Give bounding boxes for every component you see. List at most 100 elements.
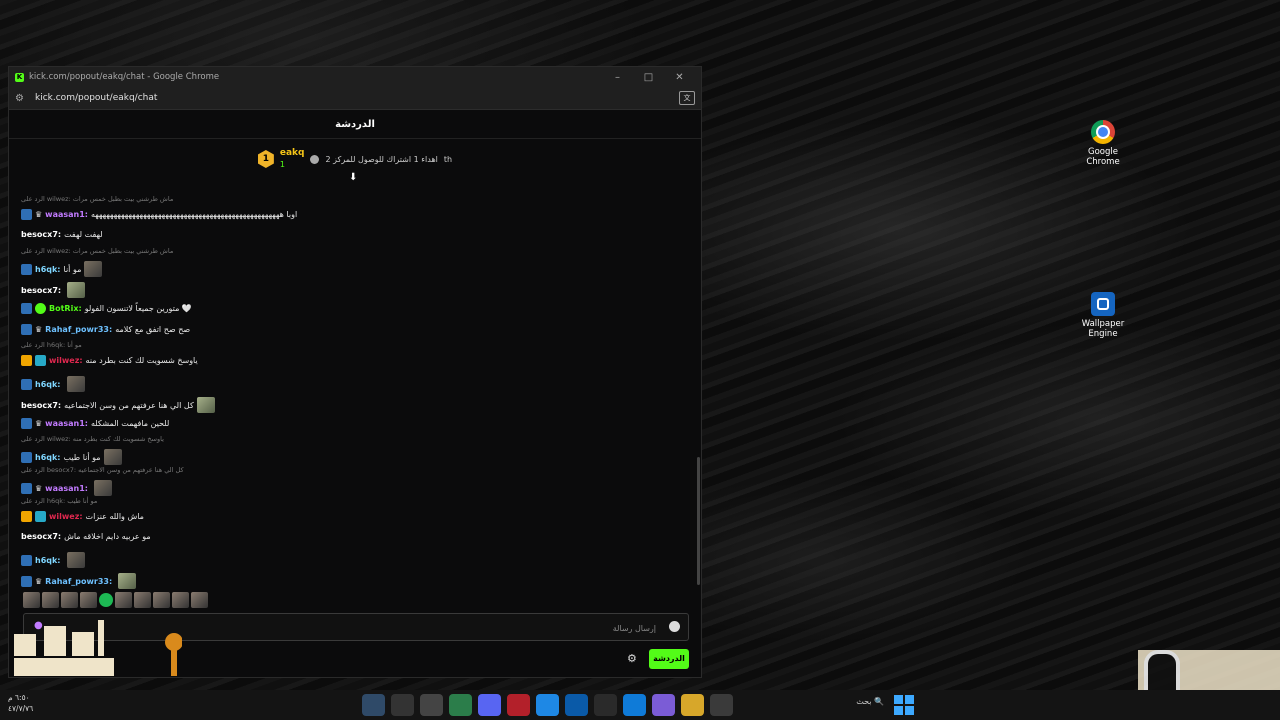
- emote[interactable]: [134, 592, 151, 608]
- close-button[interactable]: ✕: [664, 72, 695, 83]
- app-icon[interactable]: [362, 694, 385, 716]
- emote[interactable]: [172, 592, 189, 608]
- emoji-icon[interactable]: [669, 621, 680, 632]
- emote[interactable]: [66, 552, 85, 568]
- pinned-text: اهداء 1 اشتراك للوصول للمركز 2: [325, 154, 438, 164]
- pinned-gift-banner[interactable]: 1 eakq 1 اهداء 1 اشتراك للوصول للمركز 2 …: [9, 139, 701, 183]
- emote[interactable]: [153, 592, 170, 608]
- desktop-icon-label: Engine: [1088, 329, 1118, 339]
- chat-message-text: للحين مافهمت المشكله: [90, 419, 170, 428]
- sub-badge-icon: [35, 511, 46, 522]
- chrome-icon: [1091, 120, 1115, 144]
- discord-icon[interactable]: [478, 694, 501, 716]
- app-icon[interactable]: [420, 694, 443, 716]
- app-icon[interactable]: [710, 694, 733, 716]
- mcafee-icon[interactable]: [507, 694, 530, 716]
- arrow-badge-icon: [21, 575, 32, 587]
- edge-icon[interactable]: [623, 694, 646, 716]
- emote[interactable]: [84, 261, 103, 277]
- site-info-icon[interactable]: ⚙: [15, 93, 29, 104]
- emote[interactable]: [99, 593, 113, 607]
- store-icon[interactable]: [594, 694, 617, 716]
- chat-message: h6qk: مو أنا طيب: [21, 449, 122, 465]
- chat-message-text: متورين جميعاً لاتنسون الفولو 🤍: [84, 304, 192, 313]
- emote[interactable]: [67, 282, 86, 298]
- reply-text[interactable]: الرد على h6qk: مو أنا طيب: [21, 497, 97, 505]
- reply-text[interactable]: الرد على wilwez: ماش طرشني بيت بطبل خمس …: [21, 195, 173, 203]
- chat-username[interactable]: Rahaf_powr33:: [45, 325, 112, 334]
- chat-username[interactable]: besocx7:: [21, 401, 61, 410]
- scrollbar[interactable]: [697, 457, 700, 585]
- emote[interactable]: [115, 592, 132, 608]
- emote[interactable]: [23, 592, 40, 608]
- reply-context: الرد على besocx7: كل الي هنا عرفتهم من و…: [21, 466, 184, 474]
- chat-message: ♛ Rahaf_powr33:: [21, 573, 137, 589]
- reply-text[interactable]: الرد على besocx7: كل الي هنا عرفتهم من و…: [21, 466, 184, 474]
- url-text[interactable]: kick.com/popout/eakq/chat: [35, 93, 679, 103]
- chat-username[interactable]: wilwez:: [49, 356, 83, 365]
- chrome-icon[interactable]: [449, 694, 472, 716]
- emote[interactable]: [191, 592, 208, 608]
- sub-badge-icon: [35, 355, 46, 366]
- file-explorer-icon[interactable]: [681, 694, 704, 716]
- emote[interactable]: [93, 480, 112, 496]
- crown-icon: ♛: [35, 576, 43, 586]
- clock[interactable]: ٦:٥٠ م ٤٧/٧/٧٦: [8, 692, 33, 714]
- chat-send-button[interactable]: الدردشة: [649, 649, 689, 669]
- chat-message: ♛ waasan1: اوبا هههههههههههههههههههههههههه…: [21, 209, 297, 220]
- chat-message: h6qk: مو أنا: [21, 261, 103, 277]
- chat-username[interactable]: besocx7:: [21, 532, 61, 541]
- settings-icon[interactable]: [391, 694, 414, 716]
- chat-username[interactable]: h6qk:: [35, 265, 61, 274]
- chat-message-text: مو أنا طيب: [63, 452, 101, 462]
- hp-icon[interactable]: [565, 694, 588, 716]
- rank-badge: 1: [257, 150, 274, 168]
- arrow-badge-icon: [21, 303, 32, 314]
- reply-text[interactable]: الرد على wilwez: ياوسخ شسويت لك كنت بطرد…: [21, 435, 164, 443]
- chat-username[interactable]: waasan1:: [45, 210, 88, 219]
- collapse-arrow-icon[interactable]: ⬇: [349, 172, 357, 183]
- emote[interactable]: [196, 397, 215, 413]
- chat-message-text: مو أنا: [63, 264, 82, 274]
- address-bar[interactable]: ⚙ kick.com/popout/eakq/chat 文: [9, 87, 701, 110]
- chat-username[interactable]: h6qk:: [35, 453, 61, 462]
- chat-username[interactable]: waasan1:: [45, 484, 88, 493]
- arrow-badge-icon: [21, 324, 32, 335]
- arrow-badge-icon: [21, 209, 32, 220]
- chat-username[interactable]: waasan1:: [45, 419, 88, 428]
- emote[interactable]: [103, 449, 122, 465]
- chat-username[interactable]: besocx7:: [21, 286, 61, 295]
- emote[interactable]: [118, 573, 137, 589]
- maximize-button[interactable]: □: [633, 72, 664, 83]
- translate-icon[interactable]: 文: [679, 91, 695, 105]
- desktop-icon-google-chrome[interactable]: Google Chrome: [1073, 120, 1133, 167]
- copilot-icon[interactable]: [652, 694, 675, 716]
- reply-context: الرد على h6qk: مو أنا: [21, 341, 82, 349]
- chat-header: الدردشة: [9, 110, 701, 139]
- chat-message: ♛ waasan1: للحين مافهمت المشكله: [21, 418, 169, 429]
- emote[interactable]: [42, 592, 59, 608]
- arrow-badge-icon: [21, 418, 32, 429]
- chat-username[interactable]: besocx7:: [21, 230, 61, 239]
- chat-username[interactable]: wilwez:: [49, 512, 83, 521]
- minimize-button[interactable]: –: [602, 72, 633, 83]
- crown-icon: ♛: [35, 325, 43, 334]
- chat-username[interactable]: h6qk:: [35, 380, 61, 389]
- pinned-username: eakq: [279, 148, 305, 158]
- crown-badge-icon: [21, 511, 32, 522]
- chat-username[interactable]: Rahaf_powr33:: [45, 577, 112, 586]
- arrow-badge-icon: [21, 378, 32, 390]
- chat-username[interactable]: h6qk:: [35, 556, 61, 565]
- taskbar-search[interactable]: بحث 🔍: [780, 697, 884, 713]
- start-icon[interactable]: [894, 695, 914, 715]
- help-icon[interactable]: [536, 694, 559, 716]
- chat-username[interactable]: BotRix:: [49, 304, 82, 313]
- chat-settings-icon[interactable]: ⚙: [627, 652, 637, 665]
- arrow-badge-icon: [21, 482, 32, 494]
- reply-text[interactable]: الرد على wilwez: ماش طرشني بيت بطبل خمس …: [21, 247, 173, 255]
- emote[interactable]: [61, 592, 78, 608]
- emote[interactable]: [66, 376, 85, 392]
- desktop-icon-wallpaper-engine[interactable]: Wallpaper Engine: [1073, 292, 1133, 339]
- emote[interactable]: [80, 592, 97, 608]
- reply-text[interactable]: الرد على h6qk: مو أنا: [21, 341, 82, 349]
